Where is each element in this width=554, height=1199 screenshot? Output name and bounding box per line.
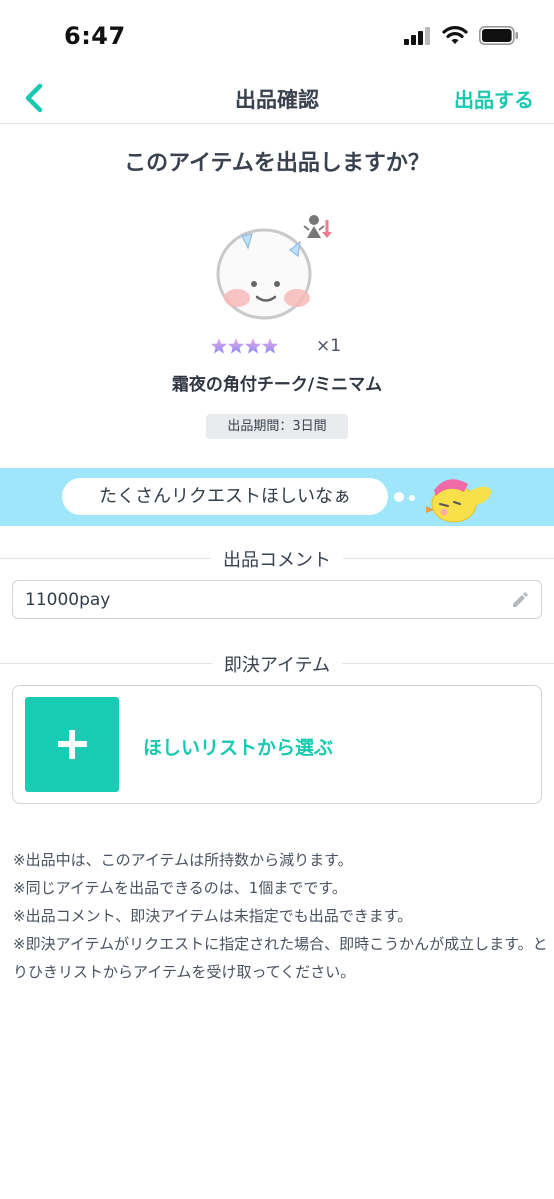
list-item-submit-button[interactable]: 出品する bbox=[454, 84, 534, 113]
mini-character-icon bbox=[303, 215, 325, 238]
battery-icon bbox=[479, 26, 518, 45]
choose-from-wishlist-label: ほしいリストから選ぶ bbox=[143, 737, 334, 759]
star-icon bbox=[262, 338, 278, 354]
status-time: 6:47 bbox=[64, 22, 126, 50]
star-icon bbox=[245, 338, 261, 354]
comment-field[interactable]: 11000pay bbox=[12, 580, 542, 619]
bubble-dot bbox=[394, 492, 404, 502]
item-quantity: ×1 bbox=[316, 336, 342, 356]
comment-value: 11000pay bbox=[25, 590, 111, 610]
plus-icon[interactable] bbox=[25, 697, 119, 792]
item-name: 霜夜の角付チーク/ミニマム bbox=[171, 375, 383, 395]
choose-from-wishlist-button[interactable]: ほしいリストから選ぶ bbox=[12, 685, 542, 804]
speech-bubble: たくさんリクエストほしいなぁ bbox=[62, 478, 388, 515]
face-cheek-illustration bbox=[216, 228, 312, 320]
pencil-icon[interactable] bbox=[509, 589, 531, 611]
period-badge: 出品期間：3日間 bbox=[206, 414, 348, 439]
star-icon bbox=[211, 338, 227, 354]
mascot-icon bbox=[426, 479, 492, 523]
rarity-stars bbox=[211, 338, 278, 354]
signal-icon bbox=[404, 27, 434, 45]
star-icon bbox=[228, 338, 244, 354]
nav-bar: 出品確認 出品する bbox=[0, 72, 554, 124]
bubble-dot bbox=[409, 495, 415, 501]
notes: ※出品中は、このアイテムは所持数から減ります。 ※同じアイテムを出品できるのは、… bbox=[13, 846, 548, 986]
item-image bbox=[216, 215, 332, 320]
comment-section-header: 出品コメント bbox=[0, 546, 554, 571]
note-line: ※出品中は、このアイテムは所持数から減ります。 bbox=[13, 851, 353, 869]
note-line: ※同じアイテムを出品できるのは、1個までです。 bbox=[13, 879, 347, 897]
note-line: ※出品コメント、即決アイテムは未指定でも出品できます。 bbox=[13, 907, 413, 925]
status-bar: 6:47 bbox=[0, 0, 554, 72]
arrow-down-icon bbox=[322, 220, 332, 238]
note-line: ※即決アイテムがリクエストに指定された場合、即時こうかんが成立します。とりひきリ… bbox=[13, 935, 548, 981]
instant-section-title: 即決アイテム bbox=[211, 655, 343, 676]
confirm-question: このアイテムを出品しますか？ bbox=[124, 151, 430, 176]
request-banner: たくさんリクエストほしいなぁ bbox=[0, 468, 554, 526]
instant-section-header: 即決アイテム bbox=[0, 651, 554, 676]
wifi-icon bbox=[442, 26, 468, 44]
comment-section-title: 出品コメント bbox=[211, 550, 343, 571]
